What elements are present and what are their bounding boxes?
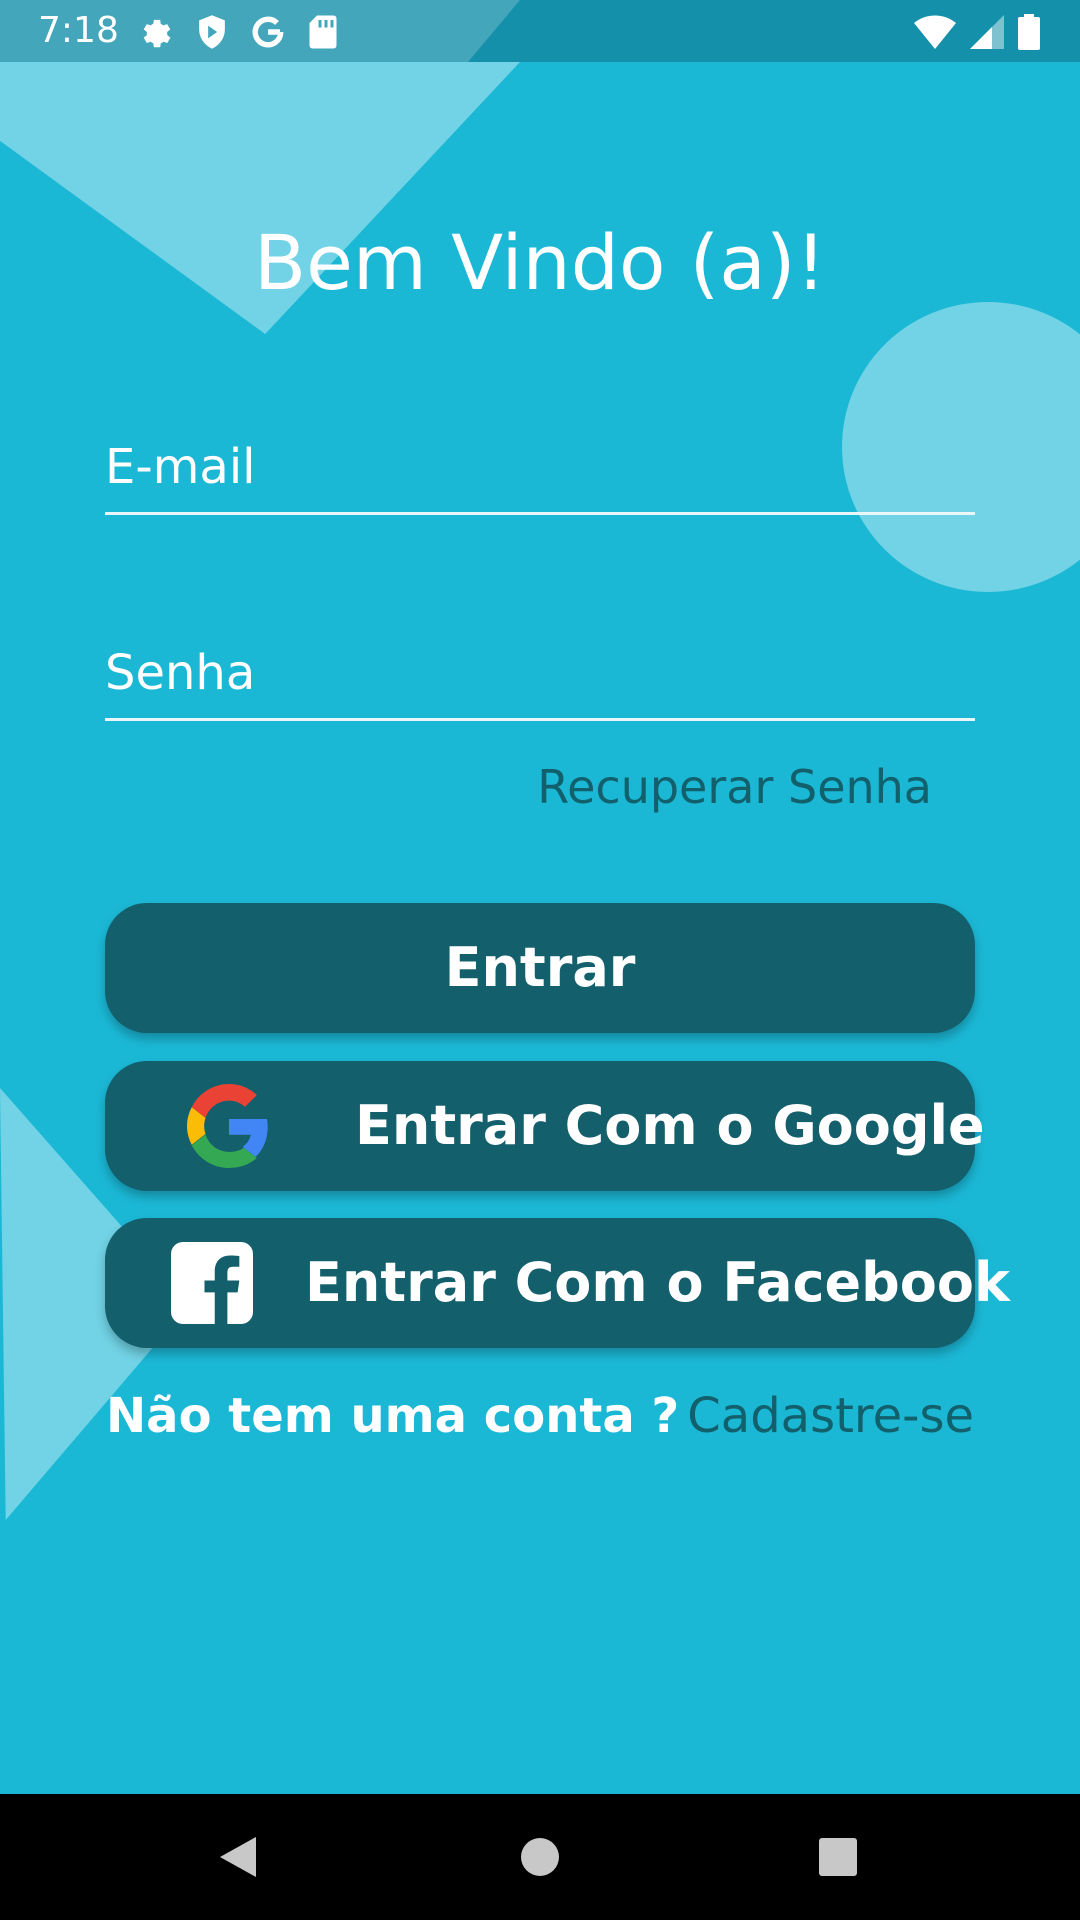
navigation-bar xyxy=(0,1794,1080,1920)
recover-password-link[interactable]: Recuperar Senha xyxy=(537,760,932,814)
password-field-container xyxy=(105,628,975,721)
enter-button[interactable]: Entrar xyxy=(105,903,975,1033)
back-icon[interactable] xyxy=(210,1827,270,1887)
facebook-login-button[interactable]: Entrar Com o Facebook xyxy=(105,1218,1010,1348)
recents-icon[interactable] xyxy=(808,1827,868,1887)
page-title: Bem Vindo (a)! xyxy=(254,218,826,307)
signup-row: Não tem uma conta ? Cadastre-se xyxy=(0,1388,1080,1444)
signup-link[interactable]: Cadastre-se xyxy=(687,1388,974,1444)
google-logo-icon xyxy=(187,1084,268,1168)
password-field[interactable] xyxy=(105,628,975,718)
email-field-container xyxy=(105,422,975,515)
facebook-button-label: Entrar Com o Facebook xyxy=(305,1251,1010,1314)
google-button-label: Entrar Com o Google xyxy=(355,1094,985,1157)
enter-button-label: Entrar xyxy=(444,936,636,999)
email-field[interactable] xyxy=(105,422,975,512)
facebook-logo-icon xyxy=(171,1242,253,1324)
login-screen: Bem Vindo (a)! Recuperar Senha Entrar En… xyxy=(0,0,1080,1920)
google-login-button[interactable]: Entrar Com o Google xyxy=(105,1061,985,1191)
no-account-text: Não tem uma conta ? xyxy=(106,1388,680,1444)
home-icon[interactable] xyxy=(510,1827,570,1887)
